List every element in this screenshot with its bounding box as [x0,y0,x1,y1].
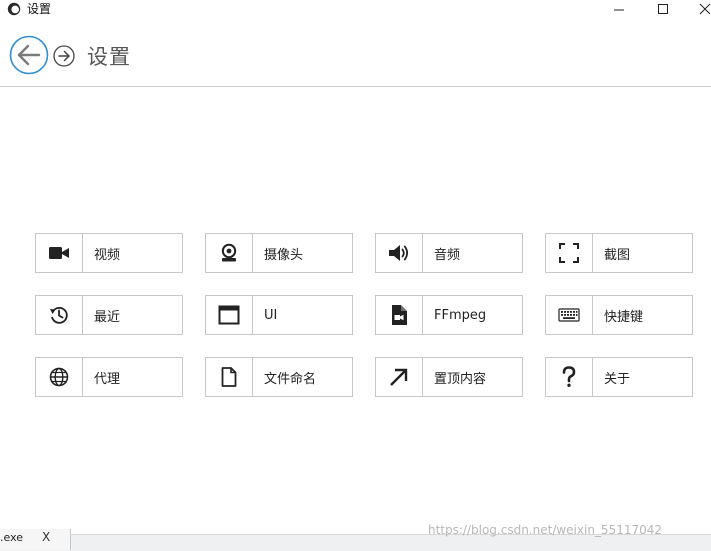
header-divider [0,86,711,87]
close-button[interactable] [682,0,711,18]
tile-recent[interactable]: 最近 [35,295,183,335]
tile-label: UI [264,307,278,323]
page-title: 设置 [87,45,131,69]
file-icon [221,367,237,387]
history-icon [50,306,68,324]
tile-icon-box [36,296,83,334]
window-icon [218,305,240,325]
tile-shortcuts[interactable]: 快捷键 [545,295,693,335]
tile-proxy[interactable]: 代理 [35,357,183,397]
tile-label: 音频 [434,247,461,263]
maximize-icon [658,4,668,14]
tile-about[interactable]: 关于 [545,357,693,397]
title-bar: 设置 [0,0,711,18]
tile-label: 快捷键 [604,309,644,325]
tile-icon-box [376,234,423,272]
tile-icon-box [376,296,423,334]
tile-screenshot[interactable]: 截图 [545,233,693,273]
tile-label: 代理 [94,371,121,387]
minimize-button[interactable] [596,0,642,18]
tile-icon-box [206,234,253,272]
tile-icon-box [36,234,83,272]
tile-label: 关于 [604,371,631,387]
tile-label: 最近 [94,309,121,325]
webcam-icon [221,243,237,262]
tile-icon-box [376,358,423,396]
tile-label: 摄像头 [264,247,304,263]
back-button[interactable] [9,35,49,75]
maximize-button[interactable] [640,0,686,18]
taskbar-tab-close-icon[interactable]: X [42,530,50,544]
forward-button[interactable] [53,45,75,67]
watermark-text: https://blog.csdn.net/weixin_55117042 [428,523,663,537]
arrow-up-right-icon [390,368,408,386]
tile-webcam[interactable]: 摄像头 [205,233,353,273]
keyboard-icon [558,308,580,322]
tile-icon-box [546,296,593,334]
video-file-icon [392,305,407,325]
tile-label: 视频 [94,247,121,263]
tile-pinned-content[interactable]: 置顶内容 [375,357,523,397]
globe-icon [49,367,69,387]
tile-audio[interactable]: 音频 [375,233,523,273]
close-icon [699,3,711,15]
taskbar-tab[interactable]: .exe X [0,529,71,550]
tile-file-naming[interactable]: 文件命名 [205,357,353,397]
tile-ffmpeg[interactable]: FFmpeg [375,295,523,335]
tile-icon-box [36,358,83,396]
speaker-icon [389,245,409,261]
arrow-right-icon [53,45,75,67]
tile-icon-box [206,296,253,334]
tile-icon-box [206,358,253,396]
tile-label: FFmpeg [434,307,487,323]
tile-label: 截图 [604,247,631,263]
video-camera-icon [49,247,69,259]
app-logo-icon [7,2,21,16]
tile-icon-box [546,358,593,396]
tile-video[interactable]: 视频 [35,233,183,273]
arrow-left-icon [9,35,49,75]
screenshot-frame-icon [559,243,579,263]
window-title: 设置 [27,2,52,16]
tile-label: 置顶内容 [434,371,487,387]
minimize-icon [614,9,624,11]
tile-icon-box [546,234,593,272]
tile-ui[interactable]: UI [205,295,353,335]
taskbar-tab-label: .exe [0,531,24,544]
tile-label: 文件命名 [264,371,317,387]
question-icon [562,366,576,387]
